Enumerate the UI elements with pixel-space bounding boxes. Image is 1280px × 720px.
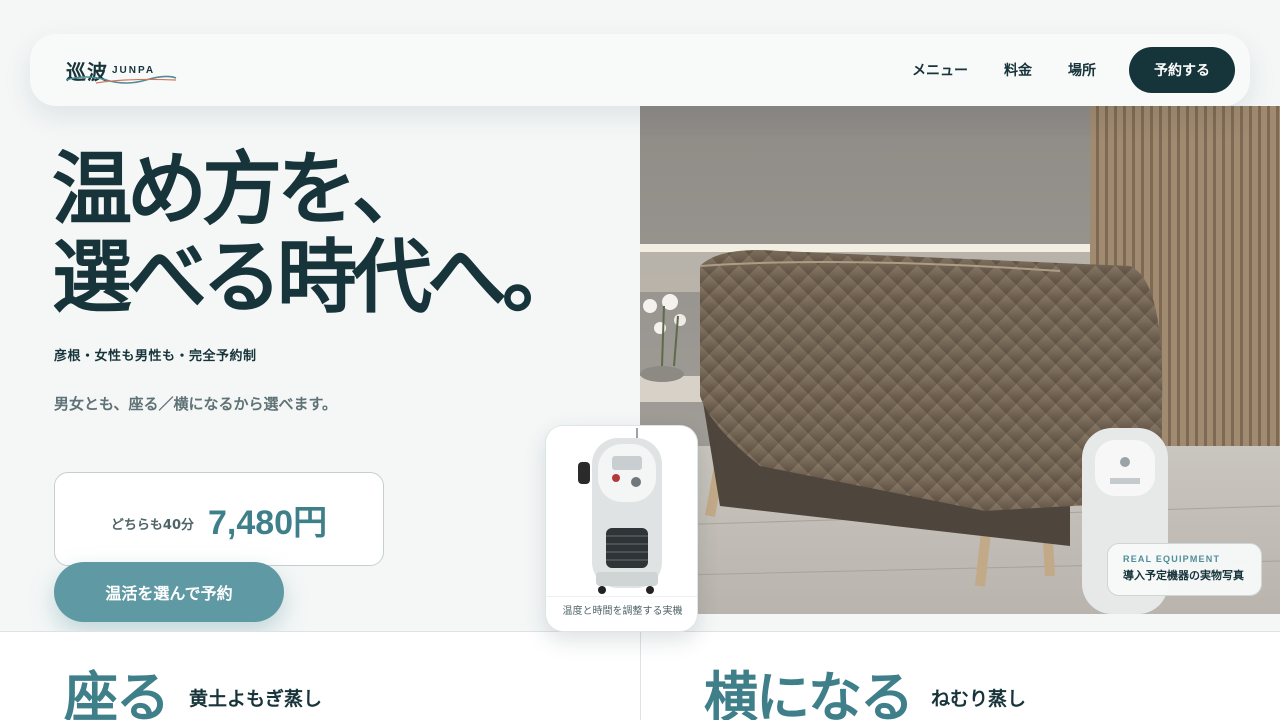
equipment-badge-en: REAL EQUIPMENT xyxy=(1123,554,1221,564)
logo-wave-icon xyxy=(66,75,177,84)
nav-location-link[interactable]: 場所 xyxy=(1068,60,1096,80)
junpa-logo[interactable]: 巡波 JUNPA xyxy=(66,56,178,88)
course-section: 座る 黄土よもぎ蒸し 横になる ねむり蒸し xyxy=(0,631,1280,720)
equipment-badge-ja: 導入予定機器の実物写真 xyxy=(1123,569,1244,582)
nav-price-link[interactable]: 料金 xyxy=(1004,60,1032,80)
hero-subtag: 彦根・女性も男性も・完全予約制 xyxy=(54,349,257,364)
hero-lead-text: 男女とも、座る／横になるから選べます。 xyxy=(54,395,338,413)
course-lie-subtitle: ねむり蒸し xyxy=(931,688,1027,710)
course-sit-subtitle: 黄土よもぎ蒸し xyxy=(189,688,323,710)
headline-line-1: 温め方を、 xyxy=(52,143,432,236)
course-divider xyxy=(640,632,641,720)
steam-bed-photo xyxy=(640,106,1280,614)
course-lie-title: 横になる xyxy=(704,666,914,720)
price-card: どちらも40分 7,480円 xyxy=(54,472,384,566)
hero-photo xyxy=(640,106,1280,614)
steam-machine-image xyxy=(546,426,697,596)
machine-caption: 温度と時間を調整する実機 xyxy=(546,596,697,631)
price-note: どちらも40分 xyxy=(110,517,194,533)
reserve-button[interactable]: 予約する xyxy=(1129,47,1235,93)
hero-headline: 温め方を、 選べる時代へ。 xyxy=(52,143,582,324)
real-equipment-badge: REAL EQUIPMENT 導入予定機器の実物写真 xyxy=(1107,543,1262,596)
main-nav: メニュー 料金 場所 xyxy=(912,34,1096,106)
course-sit-title: 座る xyxy=(64,666,170,720)
nav-menu-link[interactable]: メニュー xyxy=(912,60,968,80)
site-header: 巡波 JUNPA メニュー 料金 場所 予約する xyxy=(30,34,1250,106)
choose-and-reserve-button[interactable]: 温活を選んで予約 xyxy=(54,562,284,622)
price-value: 7,480円 xyxy=(208,503,328,542)
headline-line-2: 選べる時代へ。 xyxy=(52,231,582,324)
machine-card[interactable]: 温度と時間を調整する実機 xyxy=(545,425,698,632)
